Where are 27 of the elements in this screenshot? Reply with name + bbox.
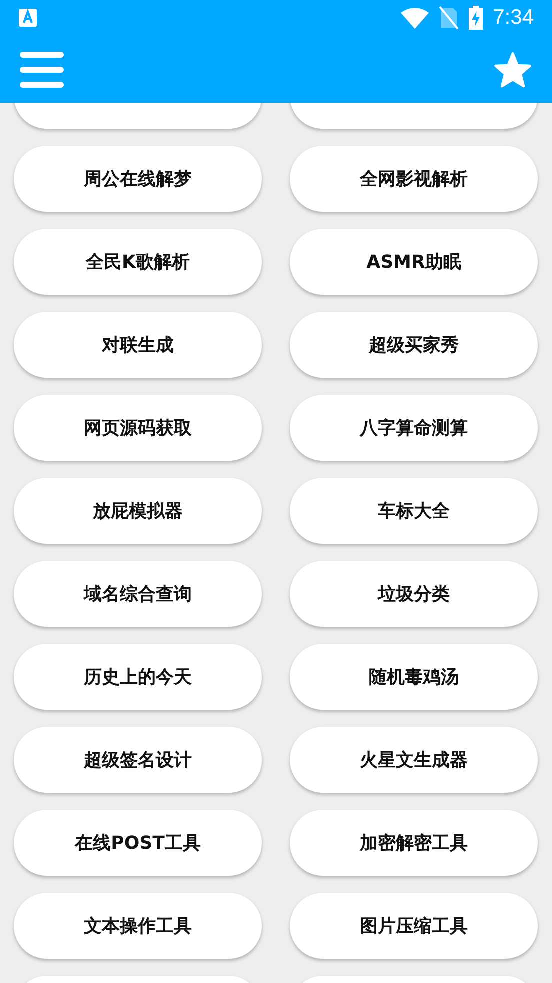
star-icon[interactable] xyxy=(494,52,532,88)
tool-button[interactable]: 文本操作工具 xyxy=(14,893,262,959)
tool-button[interactable]: 周公在线解梦 xyxy=(14,146,262,212)
tool-button[interactable]: 超级签名设计 xyxy=(14,727,262,793)
battery-charging-icon xyxy=(469,6,484,30)
menu-icon[interactable] xyxy=(20,52,64,88)
tool-button[interactable]: 网页源码获取 xyxy=(14,395,262,461)
tool-button[interactable]: 在线POST工具 xyxy=(14,810,262,876)
tool-button[interactable]: 车标大全 xyxy=(290,478,538,544)
tool-button[interactable]: 历史上的今天 xyxy=(14,644,262,710)
no-sim-icon xyxy=(439,6,460,30)
tool-button[interactable]: ASMR助眠 xyxy=(290,229,538,295)
tool-button[interactable]: 超级买家秀 xyxy=(290,312,538,378)
tool-button[interactable]: 全网影视解析 xyxy=(290,146,538,212)
tool-button[interactable]: 域名综合查询 xyxy=(14,561,262,627)
app-notification-icon xyxy=(18,8,38,28)
tool-button[interactable]: 火星文生成器 xyxy=(290,727,538,793)
tool-button[interactable]: 随机毒鸡汤 xyxy=(290,644,538,710)
tool-button[interactable]: 八字算命测算 xyxy=(290,395,538,461)
tool-button[interactable]: 放屁模拟器 xyxy=(14,478,262,544)
wifi-icon xyxy=(401,7,430,29)
tool-button[interactable]: 图片压缩工具 xyxy=(290,893,538,959)
tool-button[interactable]: 全民K歌解析 xyxy=(14,229,262,295)
status-time: 7:34 xyxy=(493,6,534,30)
tool-button[interactable]: 对联生成 xyxy=(14,312,262,378)
tool-button[interactable]: 加密解密工具 xyxy=(290,810,538,876)
tool-button[interactable]: 垃圾分类 xyxy=(290,561,538,627)
